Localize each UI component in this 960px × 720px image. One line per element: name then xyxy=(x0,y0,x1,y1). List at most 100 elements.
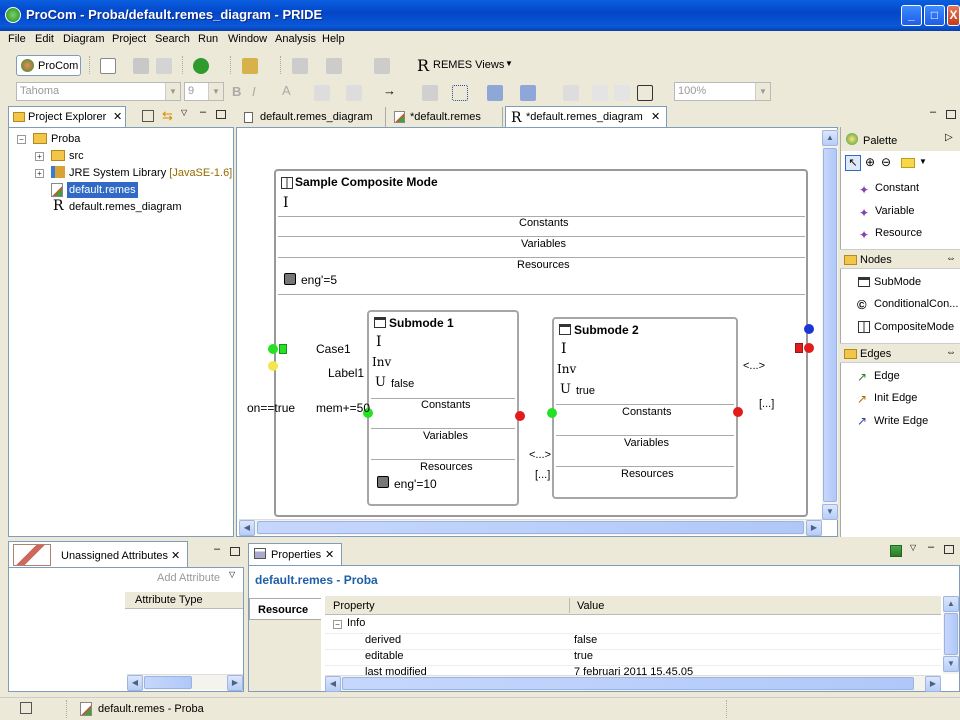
align-icon[interactable] xyxy=(520,85,536,101)
entry-port[interactable] xyxy=(279,344,287,354)
fast-view-icon[interactable] xyxy=(20,702,32,714)
close-icon[interactable]: ✕ xyxy=(325,545,334,565)
scroll-thumb[interactable] xyxy=(257,521,804,534)
scroll-thumb[interactable] xyxy=(823,148,837,502)
font-combo[interactable]: Tahoma ▼ xyxy=(16,82,181,101)
window-title-bar[interactable]: ProCom - Proba/default.remes_diagram - P… xyxy=(0,0,960,31)
side-tab-resource[interactable]: Resource xyxy=(249,598,321,620)
menu-help[interactable]: Help xyxy=(322,33,345,45)
close-button[interactable]: X xyxy=(947,5,960,26)
zoom-out-icon[interactable]: ⊖ xyxy=(881,155,891,169)
scroll-thumb[interactable] xyxy=(342,677,914,690)
submode-2-exit-dot[interactable] xyxy=(733,407,743,417)
tab-project-explorer[interactable]: Project Explorer ✕ xyxy=(8,106,126,127)
attribute-type-column[interactable]: Attribute Type xyxy=(135,594,203,606)
property-name[interactable]: editable xyxy=(365,650,404,665)
palette-item-edge[interactable]: Edge xyxy=(874,370,900,382)
chevron-down-icon[interactable]: ▼ xyxy=(505,59,513,68)
close-icon[interactable]: ✕ xyxy=(113,107,122,127)
exit-port[interactable] xyxy=(795,343,803,353)
run-icon[interactable] xyxy=(193,58,209,74)
expand-toggle[interactable]: + xyxy=(35,169,44,178)
scroll-down-icon[interactable]: ▼ xyxy=(822,504,838,520)
menu-project[interactable]: Project xyxy=(112,33,146,45)
tree-item-src[interactable]: src xyxy=(69,148,84,164)
route-icon[interactable] xyxy=(592,85,608,101)
collapse-all-icon[interactable] xyxy=(142,110,154,122)
palette-item-conditional[interactable]: ConditionalCon... xyxy=(874,298,958,310)
scroll-left-icon[interactable]: ◀ xyxy=(239,520,255,536)
submode-1-exit-dot[interactable] xyxy=(515,411,525,421)
view-menu-icon[interactable]: ▽ xyxy=(181,108,187,117)
scroll-left-icon[interactable]: ◀ xyxy=(325,676,341,692)
palette-drawer-nodes[interactable]: Nodes ⇔ xyxy=(840,249,960,269)
minimize-view-icon[interactable]: – xyxy=(214,543,220,555)
maximize-view-icon[interactable] xyxy=(946,110,956,119)
menu-run[interactable]: Run xyxy=(198,33,218,45)
scroll-up-icon[interactable]: ▲ xyxy=(943,596,959,612)
property-value[interactable]: false xyxy=(574,634,597,649)
view-menu-icon[interactable]: ▽ xyxy=(910,543,916,552)
line-color-icon[interactable] xyxy=(346,85,362,101)
link-editor-icon[interactable]: ⇆ xyxy=(162,108,173,124)
note-tool-icon[interactable] xyxy=(901,158,915,168)
properties-horizontal-scrollbar[interactable]: ◀ ▶ xyxy=(325,675,941,692)
arrange-icon[interactable] xyxy=(452,85,468,101)
minimize-view-icon[interactable]: – xyxy=(200,106,206,118)
submode-2-entry-dot[interactable] xyxy=(547,408,557,418)
expand-toggle[interactable]: + xyxy=(35,152,44,161)
unassigned-horizontal-scrollbar[interactable]: ◀ ▶ xyxy=(127,674,243,691)
tab-default-remes-diagram[interactable]: default.remes_diagram xyxy=(238,107,386,128)
palette-item-write-edge[interactable]: Write Edge xyxy=(874,415,928,427)
diagram-horizontal-scrollbar[interactable]: ◀ ▶ xyxy=(239,519,822,536)
drawer-toggle-icon[interactable]: ⇔ xyxy=(946,253,956,264)
palette-drawer-edges[interactable]: Edges ⇔ xyxy=(840,343,960,363)
property-name[interactable]: derived xyxy=(365,634,401,649)
zoom-combo[interactable]: 100% ▼ xyxy=(674,82,771,101)
palette-collapse-icon[interactable]: ▷ xyxy=(945,132,953,143)
menu-diagram[interactable]: Diagram xyxy=(63,33,105,45)
exit-point-dot[interactable] xyxy=(804,343,814,353)
size-icon[interactable] xyxy=(563,85,579,101)
tree-item-jre[interactable]: JRE System Library [JavaSE-1.6] xyxy=(69,165,232,181)
scroll-up-icon[interactable]: ▲ xyxy=(822,130,838,146)
scroll-down-icon[interactable]: ▼ xyxy=(943,656,959,672)
layout-icon[interactable] xyxy=(487,85,503,101)
new-icon[interactable] xyxy=(100,58,116,74)
scroll-right-icon[interactable]: ▶ xyxy=(925,676,941,692)
entry-point-dot[interactable] xyxy=(268,344,278,354)
diagram-vertical-scrollbar[interactable]: ▲ ▼ xyxy=(822,130,838,520)
collapse-toggle[interactable]: − xyxy=(333,620,342,629)
border-icon[interactable] xyxy=(637,85,653,101)
tab-unassigned-attributes[interactable]: Unassigned Attributes ✕ xyxy=(8,541,188,567)
size-combo[interactable]: 9 ▼ xyxy=(184,82,224,101)
palette-item-constant[interactable]: Constant xyxy=(875,182,919,194)
property-group-info[interactable]: Info xyxy=(347,617,365,632)
property-value[interactable]: true xyxy=(574,650,593,665)
scroll-right-icon[interactable]: ▶ xyxy=(806,520,822,536)
tab-default-remes-diagram-active[interactable]: R *default.remes_diagram ✕ xyxy=(505,106,667,128)
save-icon[interactable] xyxy=(133,58,149,74)
palette-item-submode[interactable]: SubMode xyxy=(874,276,921,288)
chevron-down-icon[interactable]: ▼ xyxy=(919,157,927,166)
prev-annotation-icon[interactable] xyxy=(326,58,342,74)
minimize-view-icon[interactable]: – xyxy=(928,541,934,553)
select-tool-icon[interactable]: ↖ xyxy=(845,155,861,171)
diagram-canvas[interactable]: Sample Composite Mode I Constants Variab… xyxy=(236,127,838,537)
menu-analysis[interactable]: Analysis xyxy=(275,33,316,45)
column-property[interactable]: Property xyxy=(333,600,375,612)
fill-color-icon[interactable] xyxy=(314,85,330,101)
zoom-in-icon[interactable]: ⊕ xyxy=(865,155,875,169)
palette-item-init-edge[interactable]: Init Edge xyxy=(874,392,917,404)
tree-item-default-remes[interactable]: default.remes xyxy=(67,182,138,198)
scroll-thumb[interactable] xyxy=(144,676,192,689)
tree-item-default-remes-diagram[interactable]: default.remes_diagram xyxy=(69,199,182,215)
menu-edit[interactable]: Edit xyxy=(35,33,54,45)
select-all-icon[interactable] xyxy=(422,85,438,101)
next-annotation-icon[interactable] xyxy=(292,58,308,74)
maximize-view-icon[interactable] xyxy=(216,110,226,119)
minimize-view-icon[interactable]: – xyxy=(930,106,936,118)
palette-item-variable[interactable]: Variable xyxy=(875,205,915,217)
close-icon[interactable]: ✕ xyxy=(651,107,660,127)
bold-icon[interactable]: B xyxy=(232,84,241,99)
